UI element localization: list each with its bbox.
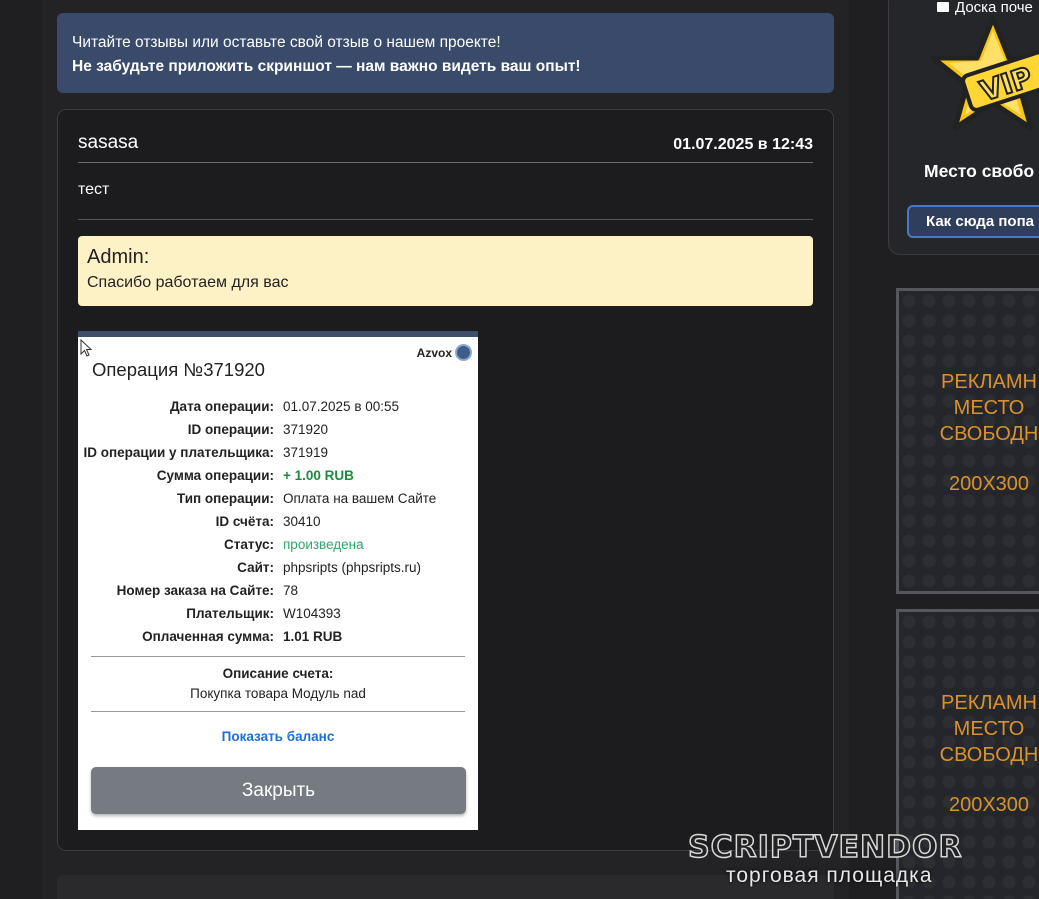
review-text: тест	[78, 181, 110, 198]
watermark: SCRIPTVENDOR торговая площадка	[687, 829, 1028, 887]
op-key: Плательщик:	[186, 606, 274, 621]
divider	[78, 162, 813, 163]
reviews-notice: Читайте отзывы или оставьте свой отзыв о…	[57, 13, 834, 93]
ad-banner-1[interactable]: РЕКЛАМН МЕСТО СВОБОДН 200X300	[896, 288, 1039, 594]
op-key: Тип операции:	[177, 491, 274, 506]
op-row-id: ID операции: 371920	[78, 418, 478, 441]
op-value: 01.07.2025 в 00:55	[283, 399, 400, 414]
ad-text: РЕКЛАМН МЕСТО СВОБОДН	[939, 371, 1039, 445]
review-screenshot[interactable]: Azvox Операция №371920 Дата операции: 01…	[78, 331, 478, 830]
divider	[91, 656, 465, 657]
description-title: Описание счета:	[222, 666, 334, 681]
op-value: произведена	[283, 537, 364, 552]
op-row-type: Тип операции: Оплата на вашем Сайте	[78, 487, 478, 510]
op-row-payer: Плательщик: W104393	[78, 602, 478, 625]
divider	[91, 711, 465, 712]
ad-size: 200X300	[948, 794, 1030, 816]
show-balance-link[interactable]: Показать баланс	[78, 729, 478, 744]
vip-star-icon: VIP	[930, 13, 1039, 153]
admin-reply: Admin: Спасибо работаем для вас	[78, 236, 813, 306]
review-username[interactable]: sasasa	[78, 132, 138, 154]
op-key: Статус:	[224, 537, 274, 552]
azvox-logo-icon	[455, 344, 472, 361]
ad-text: РЕКЛАМН МЕСТО СВОБОДН	[939, 692, 1039, 766]
op-row-date: Дата операции: 01.07.2025 в 00:55	[78, 395, 478, 418]
vip-free-text: Место свобо	[924, 161, 1035, 181]
op-value: Оплата на вашем Сайте	[283, 491, 437, 506]
op-row-site: Сайт: phpsripts (phpsripts.ru)	[78, 556, 478, 579]
watermark-main: SCRIPTVENDOR	[687, 829, 963, 866]
op-row-account: ID счёта: 30410	[78, 510, 478, 533]
op-value: + 1.00 RUB	[283, 468, 354, 483]
op-row-paid: Оплаченная сумма: 1.01 RUB	[78, 625, 478, 648]
operation-title: Операция №371920	[92, 359, 265, 380]
op-row-order: Номер заказа на Сайте: 78	[78, 579, 478, 602]
op-key: Сайт:	[237, 560, 274, 575]
op-row-payer-id: ID операции у плательщика: 371919	[78, 441, 478, 464]
azvox-brand: Azvox	[417, 344, 472, 361]
op-key: Номер заказа на Сайте:	[116, 583, 274, 598]
op-value: 30410	[283, 514, 321, 529]
review-date: 01.07.2025 в 12:43	[673, 136, 813, 153]
close-button[interactable]: Закрыть	[91, 767, 466, 814]
op-value: W104393	[283, 606, 341, 621]
vip-card: Доска поче VIP Место свобо Как сюда попа	[888, 0, 1039, 255]
op-row-status: Статус: произведена	[78, 533, 478, 556]
notice-line-1: Читайте отзывы или оставьте свой отзыв о…	[72, 34, 501, 51]
notice-line-2: Не забудьте приложить скриншот — нам важ…	[72, 58, 581, 75]
admin-reply-text: Спасибо работаем для вас	[87, 274, 289, 291]
review-card: sasasa 01.07.2025 в 12:43 тест Admin: Сп…	[57, 109, 834, 851]
op-value: 371919	[283, 445, 329, 460]
op-row-amount: Сумма операции: + 1.00 RUB	[78, 464, 478, 487]
board-icon	[937, 2, 949, 12]
op-key: Дата операции:	[169, 399, 274, 414]
ad-size: 200X300	[948, 473, 1030, 495]
mouse-cursor-icon	[80, 338, 93, 362]
how-to-get-here-button[interactable]: Как сюда попа	[907, 205, 1039, 238]
divider	[78, 219, 813, 220]
op-key: Оплаченная сумма:	[142, 629, 274, 644]
op-value: phpsripts (phpsripts.ru)	[283, 560, 422, 575]
op-value: 1.01 RUB	[283, 629, 343, 644]
watermark-sub: торговая площадка	[726, 864, 933, 887]
next-review-card	[57, 875, 834, 899]
description-value: Покупка товара Модуль nad	[190, 686, 366, 701]
op-key: ID операции:	[187, 422, 274, 437]
op-value: 371920	[283, 422, 329, 437]
op-value: 78	[283, 583, 299, 598]
op-key: ID счёта:	[215, 514, 274, 529]
op-key: ID операции у плательщика:	[83, 445, 274, 460]
azvox-label: Azvox	[416, 345, 452, 360]
admin-reply-title: Admin:	[87, 246, 150, 268]
op-key: Сумма операции:	[156, 468, 274, 483]
